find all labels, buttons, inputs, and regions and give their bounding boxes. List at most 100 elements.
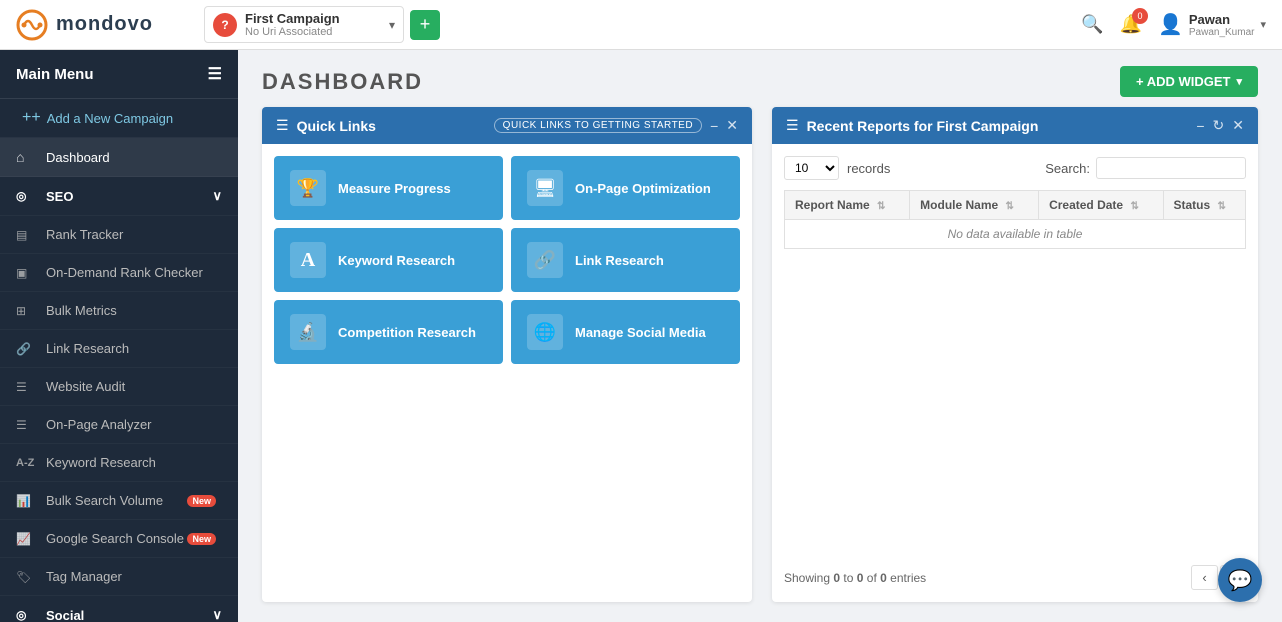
sidebar-item-dashboard[interactable]: ⌂ Dashboard — [0, 138, 238, 177]
sidebar-item-bulk-search[interactable]: 📊 Bulk Search Volume New — [0, 482, 238, 520]
recent-reports-header: ☰ Recent Reports for First Campaign − ↻ … — [772, 107, 1258, 144]
refresh-icon[interactable]: ↻ — [1213, 117, 1225, 134]
sidebar-item-on-demand[interactable]: ▣ On-Demand Rank Checker — [0, 254, 238, 292]
reports-table: Report Name ⇅ Module Name ⇅ Created Date… — [784, 190, 1246, 249]
ql-label: Keyword Research — [338, 253, 455, 268]
search-label: Search: — [1045, 161, 1090, 176]
sidebar-item-label: Tag Manager — [46, 569, 222, 584]
recent-reports-widget: ☰ Recent Reports for First Campaign − ↻ … — [772, 107, 1258, 602]
main-layout: Main Menu ☰ ++ Add a New Campaign ⌂ Dash… — [0, 50, 1282, 622]
campaign-selector[interactable]: ? First Campaign No Uri Associated ▾ — [204, 6, 404, 43]
reports-search-input[interactable] — [1096, 157, 1246, 179]
notification-badge: 0 — [1132, 8, 1148, 24]
ql-on-page-optimization[interactable]: 🖥 On-Page Optimization — [511, 156, 740, 220]
ql-competition-research[interactable]: 🔬 Competition Research — [274, 300, 503, 364]
hamburger-lines-icon: ☰ — [276, 117, 289, 134]
user-dropdown-arrow: ▾ — [1260, 18, 1266, 31]
seo-arrow-icon: ∨ — [212, 188, 222, 204]
quick-links-subtitle: Quick Links to Getting Started — [494, 118, 702, 133]
new-badge: New — [187, 495, 216, 507]
sort-icon: ⇅ — [877, 201, 885, 212]
recent-reports-body: 10 25 50 100 records Search: — [772, 144, 1258, 602]
user-avatar-icon: 👤 — [1158, 12, 1183, 37]
page-title: DASHBOARD — [262, 69, 423, 95]
add-widget-arrow-icon: ▾ — [1236, 75, 1242, 88]
hamburger-icon[interactable]: ☰ — [208, 64, 222, 84]
notifications-button[interactable]: 🔔 0 — [1120, 14, 1142, 35]
sort-icon: ⇅ — [1130, 201, 1138, 212]
hamburger-lines-icon2: ☰ — [786, 117, 799, 134]
sidebar-header: Main Menu ☰ — [0, 50, 238, 99]
sidebar-item-seo[interactable]: ◎ SEO ∨ — [0, 177, 238, 216]
sidebar-item-keyword-research[interactable]: A-Z Keyword Research — [0, 444, 238, 482]
sidebar-item-link-research[interactable]: 🔗 Link Research — [0, 330, 238, 368]
bulk-metrics-icon: ⊞ — [16, 304, 36, 318]
col-module-name[interactable]: Module Name ⇅ — [910, 191, 1039, 220]
topbar-right: 🔍 🔔 0 👤 Pawan Pawan_Kumar ▾ — [1081, 12, 1266, 38]
col-created-date[interactable]: Created Date ⇅ — [1039, 191, 1163, 220]
google-console-icon: 📈 — [16, 532, 36, 546]
user-menu-button[interactable]: 👤 Pawan Pawan_Kumar ▾ — [1158, 12, 1266, 38]
quick-links-title: Quick Links — [297, 118, 486, 134]
minimize-icon[interactable]: − — [710, 118, 718, 134]
sidebar-item-bulk-metrics[interactable]: ⊞ Bulk Metrics — [0, 292, 238, 330]
sidebar-item-social[interactable]: ◎ Social ∨ — [0, 596, 238, 622]
sidebar-item-label: Dashboard — [46, 150, 222, 165]
sidebar-item-rank-tracker[interactable]: ▤ Rank Tracker — [0, 216, 238, 254]
monitor-icon: 🖥 — [527, 170, 563, 206]
plus-icon: ++ — [22, 109, 41, 127]
col-report-name[interactable]: Report Name ⇅ — [785, 191, 910, 220]
add-campaign-button[interactable]: + — [410, 10, 440, 40]
sort-icon: ⇅ — [1218, 201, 1226, 212]
close-icon[interactable]: ✕ — [726, 117, 738, 134]
campaign-icon: ? — [213, 13, 237, 37]
letter-a-icon: A — [290, 242, 326, 278]
social-arrow-icon: ∨ — [212, 607, 222, 622]
content-header: DASHBOARD + ADD WIDGET ▾ — [238, 50, 1282, 107]
ql-label: On-Page Optimization — [575, 181, 711, 196]
link-research-icon: 🔗 — [527, 242, 563, 278]
on-page-icon: ☰ — [16, 418, 36, 432]
seo-icon: ◎ — [16, 189, 36, 203]
sidebar-item-website-audit[interactable]: ☰ Website Audit — [0, 368, 238, 406]
ql-label: Link Research — [575, 253, 664, 268]
showing-text: Showing 0 to 0 of 0 entries — [784, 571, 926, 585]
close-icon2[interactable]: ✕ — [1232, 117, 1244, 134]
prev-page-button[interactable]: ‹ — [1191, 565, 1217, 590]
on-demand-icon: ▣ — [16, 266, 36, 280]
col-status[interactable]: Status ⇅ — [1163, 191, 1246, 220]
ql-link-research[interactable]: 🔗 Link Research — [511, 228, 740, 292]
sidebar-item-on-page-analyzer[interactable]: ☰ On-Page Analyzer — [0, 406, 238, 444]
sidebar-item-label: Keyword Research — [46, 455, 222, 470]
social-globe-icon: 🌐 — [527, 314, 563, 350]
table-row-no-data: No data available in table — [785, 220, 1246, 249]
add-widget-button[interactable]: + ADD WIDGET ▾ — [1120, 66, 1258, 97]
campaign-dropdown-arrow: ▾ — [389, 18, 395, 32]
campaign-info: First Campaign No Uri Associated — [245, 11, 381, 38]
ql-manage-social[interactable]: 🌐 Manage Social Media — [511, 300, 740, 364]
campaign-name: First Campaign — [245, 11, 381, 26]
sort-icon: ⇅ — [1006, 201, 1014, 212]
sidebar-item-google-console[interactable]: 📈 Google Search Console New — [0, 520, 238, 558]
sidebar-add-campaign[interactable]: ++ Add a New Campaign — [0, 99, 238, 138]
search-icon[interactable]: 🔍 — [1081, 14, 1103, 35]
add-widget-label: + ADD WIDGET — [1136, 74, 1231, 89]
records-per-page-select[interactable]: 10 25 50 100 — [784, 156, 839, 180]
ql-keyword-research[interactable]: A Keyword Research — [274, 228, 503, 292]
records-label: records — [847, 161, 890, 176]
ql-label: Competition Research — [338, 325, 476, 340]
quick-links-widget: ☰ Quick Links Quick Links to Getting Sta… — [262, 107, 752, 602]
social-label: Social — [46, 608, 212, 622]
sidebar: Main Menu ☰ ++ Add a New Campaign ⌂ Dash… — [0, 50, 238, 622]
logo: mondovo — [16, 9, 196, 41]
new-badge: New — [187, 533, 216, 545]
sidebar-item-label: Bulk Metrics — [46, 303, 222, 318]
sidebar-item-tag-manager[interactable]: 🏷 Tag Manager — [0, 558, 238, 596]
sidebar-item-label: Rank Tracker — [46, 227, 222, 242]
sidebar-item-label: Google Search Console — [46, 531, 187, 546]
widgets-row: ☰ Quick Links Quick Links to Getting Sta… — [238, 107, 1282, 622]
ql-measure-progress[interactable]: 🏆 Measure Progress — [274, 156, 503, 220]
minimize-icon2[interactable]: − — [1196, 118, 1204, 134]
website-audit-icon: ☰ — [16, 380, 36, 394]
chat-bubble-button[interactable]: 💬 — [1218, 558, 1262, 602]
